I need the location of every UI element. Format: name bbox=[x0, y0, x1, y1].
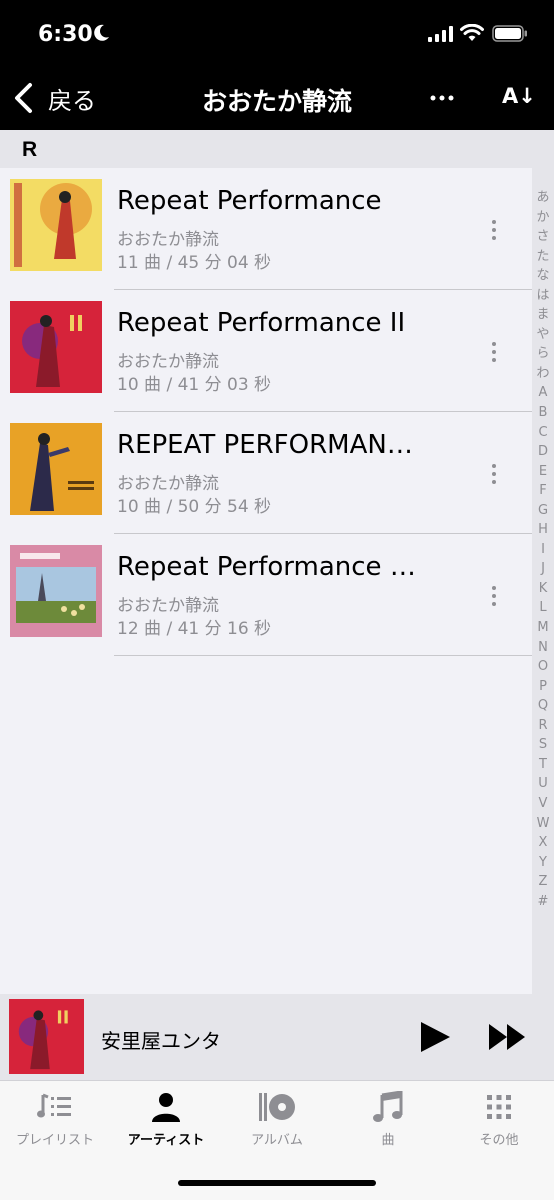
index-item[interactable]: D bbox=[532, 442, 554, 462]
status-time: 6:30 bbox=[38, 22, 93, 47]
album-meta: 10 曲 / 41 分 03 秒 bbox=[117, 375, 272, 395]
now-playing-art bbox=[9, 999, 84, 1074]
index-item[interactable]: F bbox=[532, 481, 554, 501]
artist-icon bbox=[152, 1093, 180, 1122]
sort-button[interactable]: A↓ bbox=[502, 84, 536, 108]
tab-other[interactable]: その他 bbox=[444, 1091, 554, 1153]
more-horizontal-icon[interactable] bbox=[430, 86, 454, 110]
album-meta: 10 曲 / 50 分 54 秒 bbox=[117, 497, 272, 517]
index-item[interactable]: L bbox=[532, 598, 554, 618]
index-item[interactable]: H bbox=[532, 520, 554, 540]
index-item[interactable]: わ bbox=[532, 364, 554, 384]
more-grid-icon bbox=[487, 1095, 511, 1119]
section-header: R bbox=[0, 130, 532, 168]
album-art-2 bbox=[10, 301, 102, 393]
index-item[interactable]: O bbox=[532, 657, 554, 677]
index-item[interactable]: Z bbox=[532, 872, 554, 892]
index-item[interactable]: R bbox=[532, 716, 554, 736]
nav-bar: 戻る おおたか静流 A↓ bbox=[0, 70, 554, 130]
now-playing-title: 安里屋ユンタ bbox=[101, 1029, 221, 1053]
album-title: Repeat Performance bbox=[117, 186, 382, 216]
more-vertical-icon[interactable] bbox=[486, 584, 502, 608]
index-item[interactable]: た bbox=[532, 247, 554, 267]
index-item[interactable]: Y bbox=[532, 853, 554, 873]
tab-artist[interactable]: アーティスト bbox=[111, 1091, 221, 1153]
index-item[interactable]: V bbox=[532, 794, 554, 814]
status-bar: 6:30 bbox=[0, 0, 554, 70]
index-item[interactable]: B bbox=[532, 403, 554, 423]
home-indicator[interactable] bbox=[178, 1180, 376, 1186]
tab-label: アルバム bbox=[251, 1133, 303, 1148]
album-artist: おおたか静流 bbox=[117, 474, 219, 494]
album-title: Repeat Performance V... bbox=[117, 552, 417, 582]
index-item[interactable]: N bbox=[532, 638, 554, 658]
index-item[interactable]: G bbox=[532, 501, 554, 521]
index-item[interactable]: は bbox=[532, 286, 554, 306]
index-item[interactable]: T bbox=[532, 755, 554, 775]
row-divider bbox=[114, 655, 532, 656]
album-artist: おおたか静流 bbox=[117, 596, 219, 616]
tab-song[interactable]: 曲 bbox=[333, 1091, 443, 1153]
mini-player[interactable]: 安里屋ユンタ bbox=[0, 994, 554, 1080]
album-row[interactable]: Repeat Performance おおたか静流 11 曲 / 45 分 04… bbox=[0, 168, 532, 290]
tab-label: 曲 bbox=[381, 1133, 395, 1148]
song-icon bbox=[373, 1091, 403, 1122]
fast-forward-icon[interactable] bbox=[488, 1022, 526, 1052]
album-title: Repeat Performance II bbox=[117, 308, 406, 338]
album-icon bbox=[259, 1093, 295, 1121]
battery-icon bbox=[492, 25, 527, 42]
index-item[interactable]: U bbox=[532, 774, 554, 794]
album-art-4 bbox=[10, 545, 102, 637]
index-item[interactable]: E bbox=[532, 462, 554, 482]
more-vertical-icon[interactable] bbox=[486, 462, 502, 486]
index-item[interactable]: あ bbox=[532, 188, 554, 208]
album-artist: おおたか静流 bbox=[117, 230, 219, 250]
album-meta: 11 曲 / 45 分 04 秒 bbox=[117, 253, 272, 273]
tab-label: アーティスト bbox=[127, 1133, 205, 1148]
album-row[interactable]: Repeat Performance II おおたか静流 10 曲 / 41 分… bbox=[0, 290, 532, 412]
index-item[interactable]: な bbox=[532, 266, 554, 286]
album-art-3 bbox=[10, 423, 102, 515]
index-item[interactable]: # bbox=[532, 892, 554, 912]
play-icon[interactable] bbox=[418, 1020, 452, 1054]
more-vertical-icon[interactable] bbox=[486, 340, 502, 364]
index-item[interactable]: ま bbox=[532, 305, 554, 325]
section-index-bar[interactable]: あ か さ た な は ま や ら わ A B C D E F G H I J … bbox=[532, 130, 554, 994]
index-item[interactable]: C bbox=[532, 423, 554, 443]
tab-label: プレイリスト bbox=[15, 1133, 94, 1148]
index-item[interactable]: や bbox=[532, 325, 554, 345]
album-list: Repeat Performance おおたか静流 11 曲 / 45 分 04… bbox=[0, 168, 532, 656]
moon-icon bbox=[94, 24, 109, 41]
page-title: おおたか静流 bbox=[201, 87, 352, 116]
index-item[interactable]: M bbox=[532, 618, 554, 638]
album-meta: 12 曲 / 41 分 16 秒 bbox=[117, 619, 272, 639]
tab-label: その他 bbox=[479, 1133, 519, 1148]
album-row[interactable]: REPEAT PERFORMANC... おおたか静流 10 曲 / 50 分 … bbox=[0, 412, 532, 534]
index-item[interactable]: ら bbox=[532, 344, 554, 364]
index-item[interactable]: A bbox=[532, 383, 554, 403]
index-item[interactable]: S bbox=[532, 735, 554, 755]
index-item[interactable]: か bbox=[532, 208, 554, 228]
index-item[interactable]: I bbox=[532, 540, 554, 560]
index-item[interactable]: さ bbox=[532, 227, 554, 247]
section-letter: R bbox=[22, 138, 38, 161]
playlist-icon bbox=[37, 1093, 71, 1118]
index-item[interactable]: X bbox=[532, 833, 554, 853]
album-title: REPEAT PERFORMANC... bbox=[117, 430, 417, 460]
index-item[interactable]: Q bbox=[532, 696, 554, 716]
album-artist: おおたか静流 bbox=[117, 352, 219, 372]
album-row[interactable]: Repeat Performance V... おおたか静流 12 曲 / 41… bbox=[0, 534, 532, 656]
tab-album[interactable]: アルバム bbox=[222, 1091, 332, 1153]
section-index-list: あ か さ た な は ま や ら わ A B C D E F G H I J … bbox=[532, 188, 554, 911]
signal-icon bbox=[428, 26, 453, 42]
index-item[interactable]: P bbox=[532, 677, 554, 697]
index-item[interactable]: J bbox=[532, 559, 554, 579]
wifi-icon bbox=[460, 24, 484, 41]
more-vertical-icon[interactable] bbox=[486, 218, 502, 242]
index-item[interactable]: W bbox=[532, 814, 554, 834]
index-item[interactable]: K bbox=[532, 579, 554, 599]
album-art-1 bbox=[10, 179, 102, 271]
tab-playlist[interactable]: プレイリスト bbox=[0, 1091, 110, 1153]
